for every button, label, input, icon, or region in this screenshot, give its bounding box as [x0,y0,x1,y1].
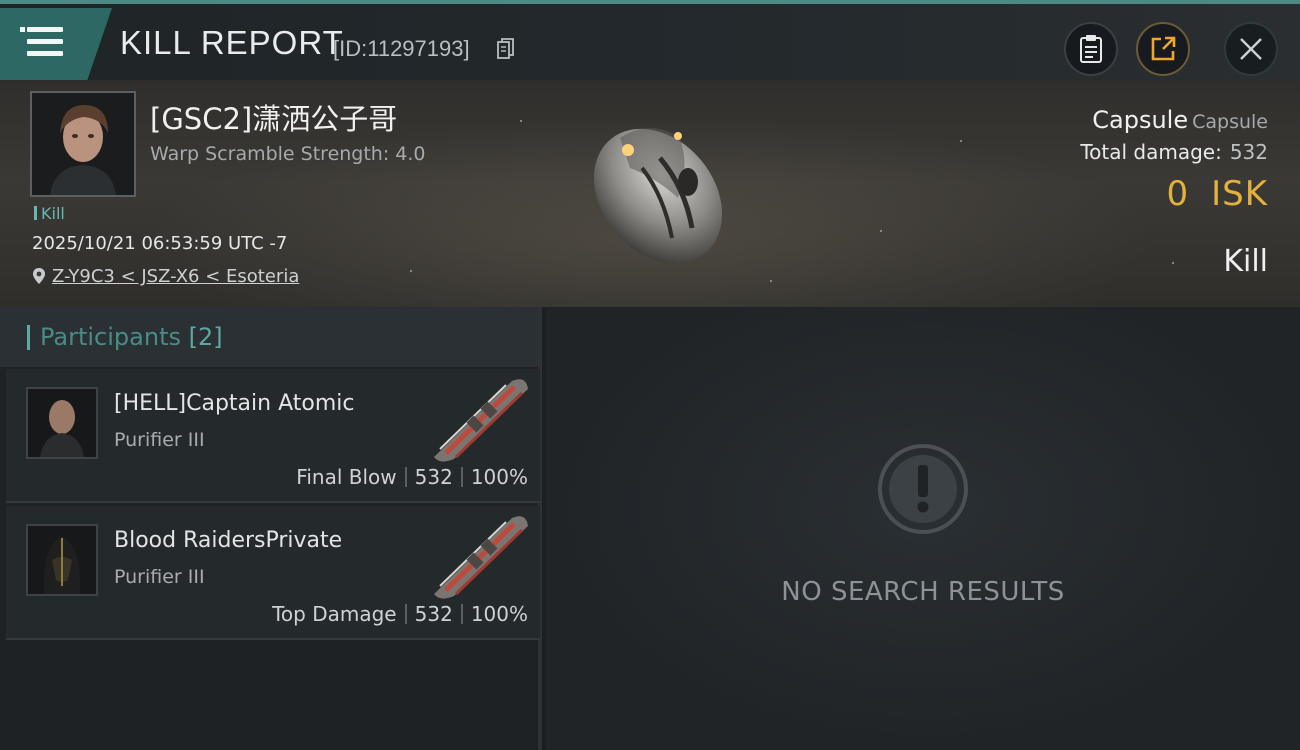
results-panel: NO SEARCH RESULTS [546,307,1300,750]
location-pin-icon [33,268,45,284]
isk-unit: ISK [1211,174,1268,214]
victim-portrait [32,93,134,195]
participants-count: [2] [188,323,223,351]
share-button[interactable] [1136,22,1190,76]
clipboard-icon [1080,35,1102,63]
participant-ship: Purifier III [114,429,205,451]
menu-button[interactable] [0,8,112,80]
ship-summary: Capsule Capsule Total damage: 532 0 ISK [1080,106,1268,214]
participant-role: Final Blow [296,465,397,489]
participant-percent: 100% [470,602,528,626]
participant-row[interactable]: [HELL]Captain Atomic Purifier III Final … [6,369,540,503]
participant-row[interactable]: Blood RaidersPrivate Purifier III Top Da… [6,506,540,640]
total-damage-value: 532 [1229,140,1268,164]
isk-value: 0 ISK [1080,174,1268,214]
copy-icon[interactable] [497,38,515,60]
share-icon [1151,36,1176,61]
kill-location: Z-Y9C3 < JSZ-X6 < Esoteria [32,266,299,287]
ship-type: Capsule Capsule [1080,106,1268,134]
participant-role: Top Damage [272,602,397,626]
participants-header: Participants [2] [0,307,538,367]
victim-avatar[interactable] [30,91,136,197]
purifier-ship-image [434,379,528,462]
victim-name: [GSC2]潇洒公子哥 [150,102,398,136]
isk-amount: 0 [1166,174,1190,214]
total-damage-label: Total damage: [1080,140,1222,164]
close-button[interactable] [1224,22,1278,76]
menu-icon [27,27,63,57]
total-damage: Total damage: 532 [1080,140,1268,164]
participant-avatar [26,387,98,459]
location-link[interactable]: Z-Y9C3 < JSZ-X6 < Esoteria [52,266,299,287]
participant-ship: Purifier III [114,566,205,588]
ship-class: Capsule [1192,111,1268,133]
participant-stats: Top Damage 532 100% [272,602,528,626]
clipboard-button[interactable] [1064,22,1118,76]
kill-datetime: 2025/10/21 06:53:59 UTC -7 [32,233,288,254]
participant-avatar [26,524,98,596]
participants-title: Participants [2] [40,323,223,351]
capsule-ship-image [593,128,723,264]
no-results-text: NO SEARCH RESULTS [781,577,1065,607]
participant-name: Blood RaidersPrivate [114,528,343,553]
participants-panel: Participants [2] [HELL]Captain Atomic Pu… [0,307,542,750]
participant-damage: 532 [414,602,453,626]
participant-damage: 532 [414,465,453,489]
close-icon [1240,38,1262,60]
purifier-ship-image [434,516,528,599]
participant-percent: 100% [470,465,528,489]
ship-name: Capsule [1092,106,1189,134]
participant-stats: Final Blow 532 100% [296,465,528,489]
alert-icon [878,444,968,534]
victim-header: [GSC2]潇洒公子哥 Warp Scramble Strength: 4.0 … [0,80,1300,307]
victim-subtitle: Warp Scramble Strength: 4.0 [150,143,426,165]
page-title: KILL REPORT [120,24,344,61]
top-bar: KILL REPORT [ID:11297193] [0,0,1300,80]
report-id: [ID:11297193] [333,36,470,61]
kill-tag: Kill [34,204,65,223]
kill-result: Kill [1223,244,1268,279]
participant-name: [HELL]Captain Atomic [114,391,355,416]
